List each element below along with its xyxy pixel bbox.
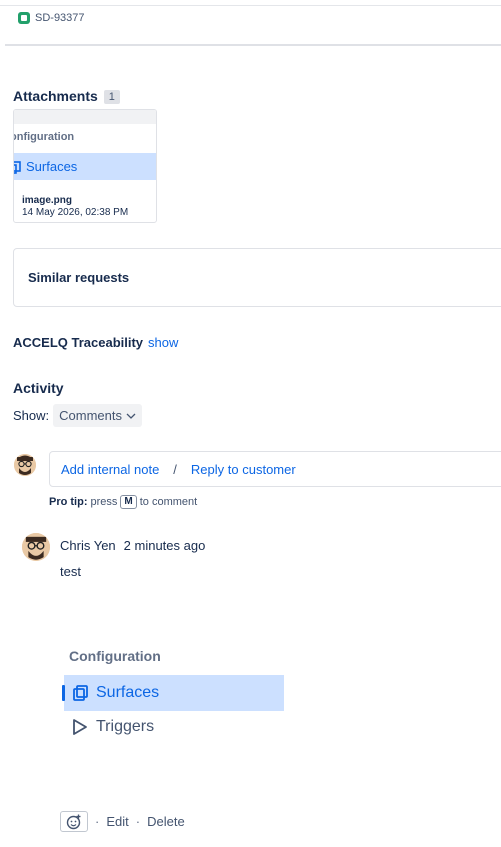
composer-separator: /	[173, 461, 177, 477]
similar-requests-title: Similar requests	[28, 270, 130, 285]
top-divider	[0, 5, 501, 6]
embedded-item-row: Triggers	[72, 718, 154, 736]
comment-header: Chris Yen 2 minutes ago	[60, 538, 205, 553]
selection-indicator	[62, 685, 65, 701]
show-label: Show:	[13, 408, 50, 423]
comment-author-avatar[interactable]	[22, 533, 50, 561]
thumbnail-selected-item: Surfaces	[14, 153, 156, 180]
actions-separator: ·	[135, 814, 141, 829]
comment-composer[interactable]: Add internal note / Reply to customer	[49, 451, 501, 487]
embedded-item-surfaces: Surfaces	[96, 684, 160, 701]
comment-body: test	[60, 564, 81, 579]
delete-comment-button[interactable]: Delete	[147, 814, 185, 829]
issue-key-label: SD-93377	[35, 12, 85, 24]
activity-filter-row: Show: Comments	[13, 404, 142, 427]
pro-tip: Pro tip: press M to comment	[49, 495, 197, 509]
issue-type-icon	[18, 12, 30, 24]
activity-filter-select[interactable]: Comments	[53, 404, 142, 427]
emoji-add-icon	[66, 814, 81, 829]
pro-tip-text-before: press	[90, 496, 118, 508]
current-user-avatar	[14, 454, 36, 476]
comment-embedded-image[interactable]: Configuration Surfaces Triggers	[60, 640, 300, 750]
header-divider	[5, 44, 501, 46]
attachments-heading: Attachments 1	[13, 88, 120, 104]
user-face-icon	[22, 533, 50, 561]
keyboard-shortcut-key: M	[120, 495, 137, 509]
accelq-show-link[interactable]: show	[148, 335, 178, 350]
add-reaction-button[interactable]	[60, 811, 88, 832]
actions-separator: ·	[95, 814, 100, 829]
embedded-item-triggers: Triggers	[96, 718, 155, 735]
thumbnail-item-label: Surfaces	[26, 159, 78, 174]
edit-comment-button[interactable]: Edit	[106, 814, 128, 829]
activity-title: Activity	[13, 380, 64, 396]
comment-author-name[interactable]: Chris Yen	[60, 538, 116, 553]
embedded-selected-item: Surfaces	[64, 675, 284, 711]
surfaces-icon	[14, 160, 21, 174]
accelq-traceability: ACCELQ Traceability show	[13, 335, 178, 350]
comment-timestamp[interactable]: 2 minutes ago	[124, 538, 206, 553]
thumbnail-topbar	[14, 110, 156, 124]
pro-tip-label: Pro tip:	[49, 496, 88, 508]
thumbnail-heading: onfiguration	[14, 131, 75, 143]
play-triangle-icon	[73, 719, 87, 735]
attachment-file-name: image.png	[22, 195, 73, 206]
attachment-date: 14 May 2026, 02:38 PM	[22, 207, 129, 218]
pro-tip-text-after: to comment	[139, 496, 198, 508]
attachment-thumbnail[interactable]: onfiguration Surfaces	[14, 110, 156, 182]
reply-to-customer-button[interactable]: Reply to customer	[191, 462, 296, 477]
embedded-heading: Configuration	[69, 648, 161, 664]
activity-filter-value: Comments	[59, 408, 122, 423]
similar-requests-panel[interactable]: Similar requests	[13, 248, 501, 307]
surfaces-icon	[73, 685, 88, 701]
accelq-title: ACCELQ Traceability	[13, 335, 144, 350]
chevron-down-icon	[126, 413, 136, 419]
issue-key[interactable]: SD-93377	[18, 12, 85, 24]
attachments-title: Attachments	[13, 88, 98, 104]
user-face-icon	[14, 454, 36, 476]
comment-actions: · Edit · Delete	[60, 811, 185, 832]
add-internal-note-button[interactable]: Add internal note	[61, 462, 159, 477]
attachment-card[interactable]: onfiguration Surfaces image.png 14 May 2…	[13, 109, 157, 223]
attachments-count-badge: 1	[103, 90, 120, 104]
